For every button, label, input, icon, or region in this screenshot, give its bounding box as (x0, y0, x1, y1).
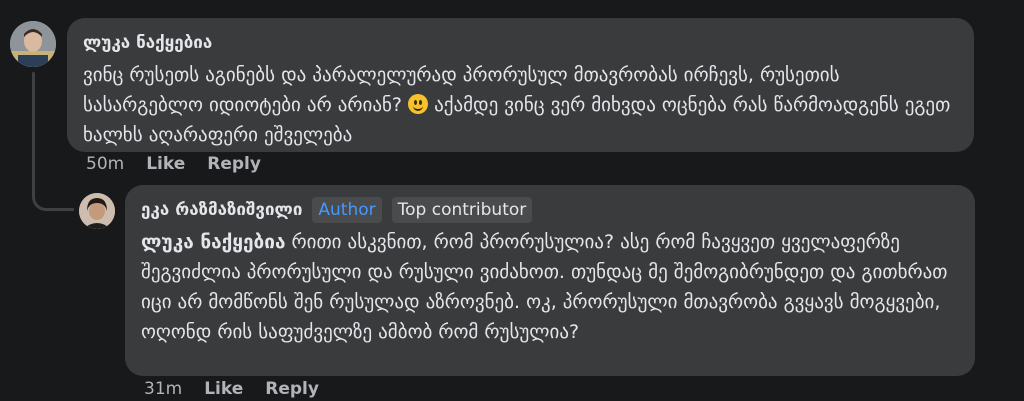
reply-button[interactable]: Reply (265, 379, 319, 399)
comment-actions: 50m Like Reply (86, 154, 283, 174)
reply-header: ეკა რაზმაზიშვილი Author Top contributor (141, 195, 959, 225)
comment-bubble: ლუკა ნაქყებია ვინც რუსეთს აგინებს და პარ… (67, 18, 974, 152)
reply-bubble: ეკა რაზმაზიშვილი Author Top contributor … (125, 185, 975, 376)
reply-actions: 31m Like Reply (144, 379, 341, 399)
like-button[interactable]: Like (146, 154, 185, 174)
like-button[interactable]: Like (204, 379, 243, 399)
thread-connector-line (32, 72, 35, 196)
comment-timestamp[interactable]: 50m (86, 154, 124, 174)
user-avatar-icon (79, 193, 115, 229)
top-contributor-badge: Top contributor (391, 197, 533, 223)
mention-link[interactable]: ლუკა ნაქყებია (141, 231, 285, 253)
thread-connector-curve (32, 193, 74, 211)
smiling-face-icon (408, 94, 429, 114)
reply-text: ლუკა ნაქყებია რითი ასკვნით, რომ პრორუსულ… (141, 227, 959, 347)
reply-author-name[interactable]: ეკა რაზმაზიშვილი (141, 199, 302, 221)
reply-timestamp[interactable]: 31m (144, 379, 182, 399)
reply-button[interactable]: Reply (207, 154, 261, 174)
avatar[interactable] (79, 193, 115, 229)
comment-author-name[interactable]: ლუკა ნაქყებია (83, 32, 958, 54)
author-badge: Author (312, 197, 382, 223)
comment-text: ვინც რუსეთს აგინებს და პარალელურად პრორუ… (83, 60, 958, 150)
avatar[interactable] (10, 21, 56, 67)
user-avatar-icon (10, 21, 56, 67)
